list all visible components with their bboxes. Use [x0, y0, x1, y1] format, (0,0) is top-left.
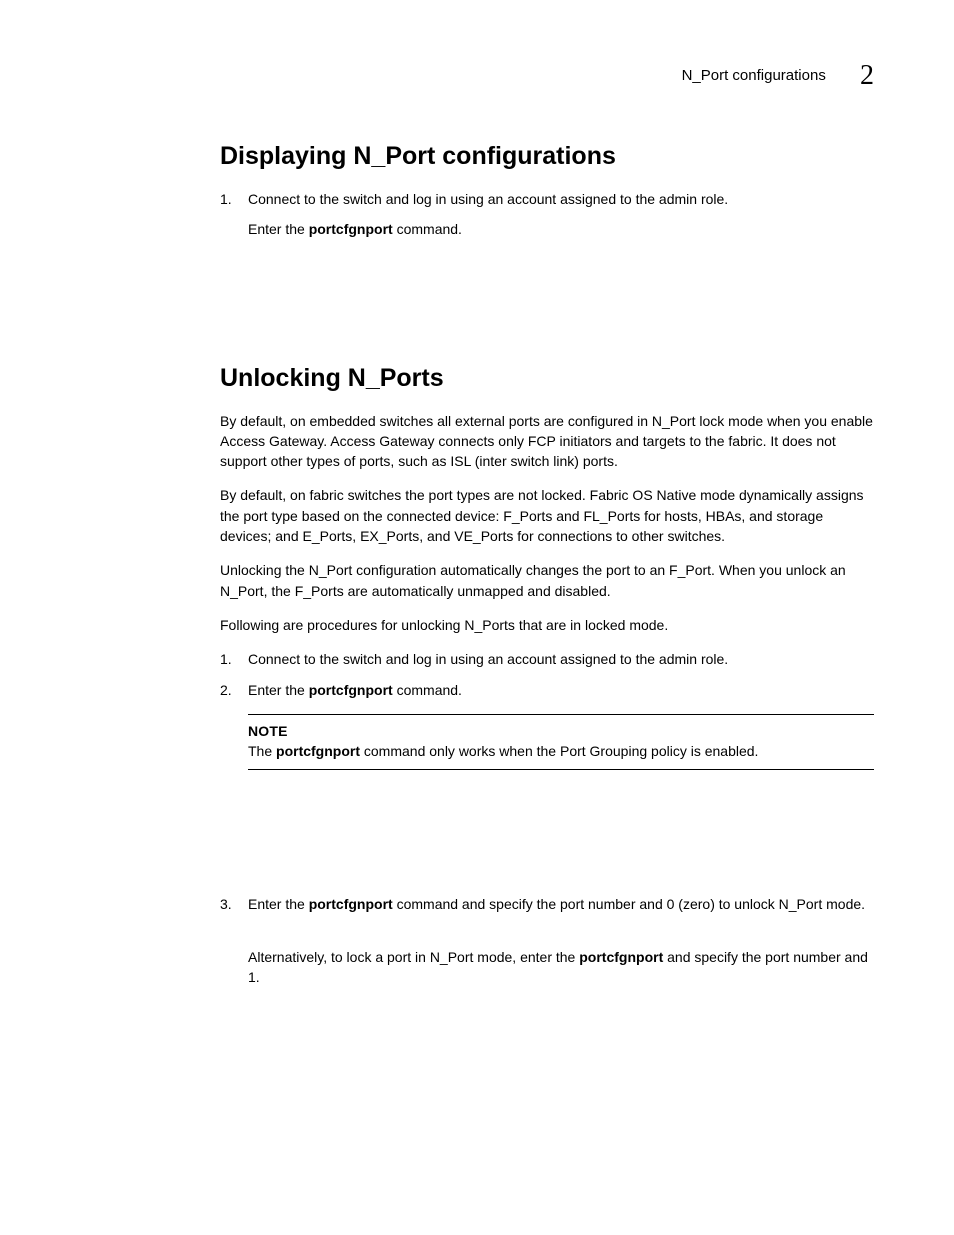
- step-number: 1.: [220, 189, 248, 240]
- command-name: portcfgnport: [309, 896, 393, 912]
- list-item: 1. Connect to the switch and log in usin…: [220, 189, 874, 240]
- note-box: NOTE The portcfgnport command only works…: [248, 714, 874, 771]
- command-name: portcfgnport: [579, 949, 663, 965]
- paragraph: By default, on embedded switches all ext…: [220, 411, 874, 472]
- step-subtext: Enter the portcfgnport command.: [248, 219, 874, 239]
- chapter-number: 2: [860, 60, 874, 91]
- unlocking-steps: 1. Connect to the switch and log in usin…: [220, 649, 874, 700]
- step-number: 2.: [220, 680, 248, 700]
- list-item: 3. Enter the portcfgnport command and sp…: [220, 894, 874, 987]
- page-content: N_Port configurations 2 Displaying N_Por…: [0, 0, 954, 987]
- paragraph: Unlocking the N_Port configuration autom…: [220, 560, 874, 601]
- command-name: portcfgnport: [309, 682, 393, 698]
- unlocking-steps-cont: 3. Enter the portcfgnport command and sp…: [220, 894, 874, 987]
- step-text: Connect to the switch and log in using a…: [248, 189, 874, 240]
- command-name: portcfgnport: [309, 221, 393, 237]
- step-text: Enter the portcfgnport command and speci…: [248, 894, 874, 987]
- running-header: N_Port configurations 2: [220, 60, 874, 92]
- step-text: Connect to the switch and log in using a…: [248, 649, 874, 669]
- note-text: The portcfgnport command only works when…: [248, 741, 874, 761]
- heading-unlocking: Unlocking N_Ports: [220, 364, 874, 393]
- step-alt-text: Alternatively, to lock a port in N_Port …: [248, 947, 874, 988]
- displaying-steps: 1. Connect to the switch and log in usin…: [220, 189, 874, 240]
- list-item: 2. Enter the portcfgnport command.: [220, 680, 874, 700]
- step-text: Enter the portcfgnport command.: [248, 680, 874, 700]
- note-label: NOTE: [248, 721, 874, 741]
- spacer: [220, 254, 874, 364]
- heading-displaying: Displaying N_Port configurations: [220, 142, 874, 171]
- spacer: [220, 784, 874, 894]
- running-title: N_Port configurations: [682, 67, 826, 84]
- paragraph: Following are procedures for unlocking N…: [220, 615, 874, 635]
- step-number: 3.: [220, 894, 248, 987]
- list-item: 1. Connect to the switch and log in usin…: [220, 649, 874, 669]
- paragraph: By default, on fabric switches the port …: [220, 485, 874, 546]
- command-name: portcfgnport: [276, 743, 360, 759]
- step-number: 1.: [220, 649, 248, 669]
